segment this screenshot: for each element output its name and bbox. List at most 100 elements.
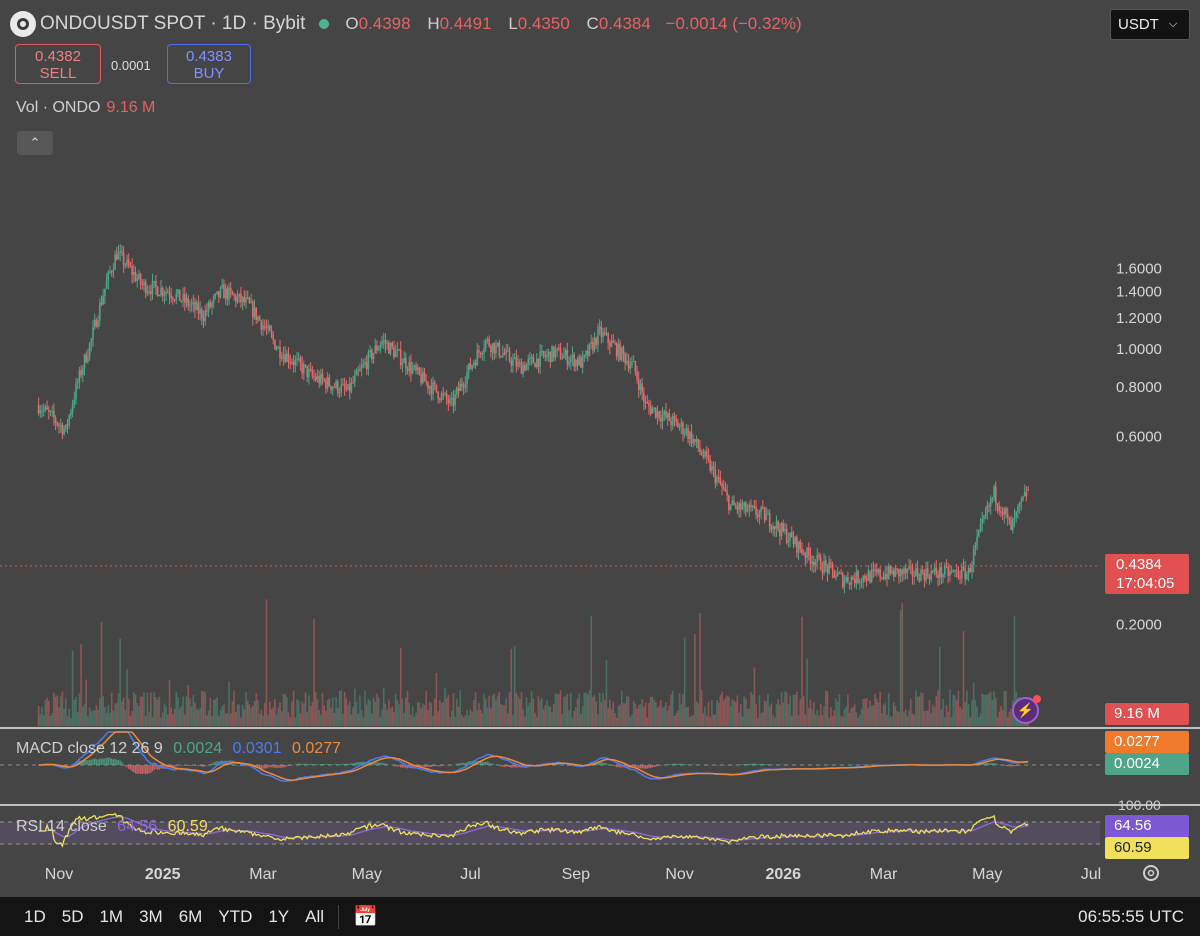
volume-bar [450,710,453,726]
settings-gear-icon[interactable] [1143,865,1159,881]
volume-bar [374,701,377,726]
candle-body [651,408,654,414]
volume-bar [216,696,218,726]
buy-button[interactable]: 0.4383 BUY [167,44,251,84]
range-1m[interactable]: 1M [99,907,123,927]
macd-hist-bar [139,765,142,774]
candle-body [593,337,596,351]
range-5d[interactable]: 5D [62,907,84,927]
volume-bar [780,691,783,726]
volume-bar [350,714,353,726]
volume-bar [207,710,210,726]
candle-body [590,341,592,344]
volume-bar [734,702,737,726]
sell-button[interactable]: 0.4382 SELL [15,44,101,84]
macd-hist-bar [668,764,671,765]
candle-body [763,507,766,521]
macd-hist-bar [435,765,438,767]
price-tick-label: 0.8000 [1116,379,1162,396]
candle-body [969,568,972,572]
volume-bar [58,706,60,726]
candle-body [235,295,237,302]
macd-hist-bar [988,763,990,765]
range-1y[interactable]: 1Y [268,907,289,927]
range-6m[interactable]: 6M [179,907,203,927]
chevron-up-icon: ⌃ [29,135,41,150]
macd-hist-bar [315,764,317,765]
candle-body [190,303,193,306]
macd-hist-bar [318,764,320,765]
macd-legend[interactable]: MACD close 12 26 9 0.0024 0.0301 0.0277 [16,740,341,758]
candle-body [814,561,817,566]
utc-clock[interactable]: 06:55:55 UTC [1078,907,1184,927]
volume-bar [641,699,643,726]
volume-bar [90,711,93,726]
volume-bar [144,715,147,726]
currency-selector[interactable]: USDT ⌵ [1110,9,1190,40]
volume-bar [677,710,679,726]
macd-hist-bar [179,765,181,766]
macd-hist-bar [751,763,754,765]
volume-bar [881,713,883,726]
volume-bar [508,692,511,726]
range-1d[interactable]: 1D [24,907,46,927]
macd-hist-bar [677,763,679,765]
volume-bar [957,690,960,726]
volume-bar [326,700,329,726]
volume-bar [899,609,902,726]
candle-body [568,361,570,365]
candle-body [427,381,429,389]
volume-bar [709,716,711,726]
alert-lightning-icon[interactable]: ⚡ [1012,695,1041,724]
volume-bar [318,709,320,726]
candle-body [751,506,754,508]
candle-body [729,504,732,510]
macd-hist-bar [714,765,716,766]
volume-bar [246,700,249,726]
candle-body [552,346,555,358]
volume-bar [85,679,88,726]
macd-hist-bar [508,765,511,768]
macd-hist-bar [762,763,764,765]
candle-body [207,302,210,312]
calendar-goto-date-icon[interactable]: 📅 [353,904,378,929]
candle-body [490,346,492,353]
volume-legend[interactable]: Vol · ONDO 9.16 M [16,99,155,117]
candle-body [493,343,496,354]
candle-body [780,523,783,537]
volume-bar [61,691,64,726]
macd-hist-bar [401,765,404,768]
candle-body [168,292,171,296]
candle-body [928,575,931,580]
candle-body [252,301,254,318]
volume-bar [546,700,548,726]
range-3m[interactable]: 3M [139,907,163,927]
candle-body [896,568,898,570]
candle-body [218,291,220,298]
macd-hist-bar [422,765,424,767]
candle-body [891,570,893,574]
candle-body [306,365,309,378]
volume-bar [124,709,127,726]
candle-body [357,370,360,372]
macd-hist-bar [107,757,110,765]
candle-body [966,573,968,580]
volume-bar [151,717,154,726]
symbol-title[interactable]: ONDOUSDT SPOT · 1D · Bybit [40,13,305,35]
candle-body [95,319,98,327]
volume-bar [248,704,251,726]
range-all[interactable]: All [305,907,324,927]
rsi-legend[interactable]: RSI 14 close 64.56 60.59 [16,818,208,836]
price-chart[interactable]: 1.6000 1.4000 1.2000 1.0000 0.8000 0.6000 0.20… [0,0,1200,897]
volume-bar [309,706,312,726]
volume-bar [797,715,800,726]
volume-bar [488,695,490,726]
collapse-legend-button[interactable]: ⌃ [17,131,53,155]
range-ytd[interactable]: YTD [218,907,252,927]
volume-bar [68,709,71,726]
candle-body [100,302,103,305]
volume-bar [699,612,701,726]
candle-body [158,295,161,297]
volume-bar [787,704,790,726]
macd-hist-bar [1015,765,1017,767]
